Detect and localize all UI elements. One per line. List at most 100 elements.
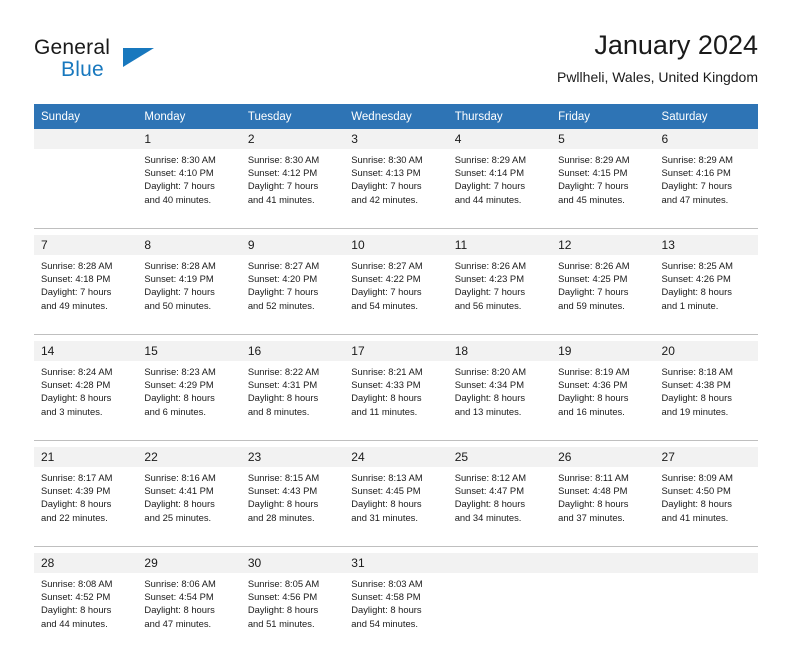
week-row-details: Sunrise: 8:24 AM Sunset: 4:28 PM Dayligh… — [34, 361, 758, 433]
week-row-daynumbers: 14 15 16 17 18 19 20 — [34, 341, 758, 361]
sunset-text: Sunset: 4:12 PM — [247, 167, 318, 179]
sunrise-text: Sunrise: 8:18 AM — [661, 366, 733, 377]
daylight-text: Daylight: 8 hours — [558, 498, 629, 510]
daylight-text-cont: and 31 minutes. — [351, 511, 418, 523]
sunset-text: Sunset: 4:39 PM — [41, 485, 111, 497]
day-number: 2 — [240, 129, 345, 149]
week-separator — [34, 433, 758, 441]
sunset-text: Sunset: 4:28 PM — [41, 379, 111, 391]
daylight-text: Daylight: 8 hours — [247, 392, 319, 404]
sunrise-text: Sunrise: 8:29 AM — [661, 154, 733, 165]
sunset-text: Sunset: 4:26 PM — [661, 273, 731, 285]
sunrise-text: Sunrise: 8:16 AM — [144, 472, 216, 483]
calendar-page: General Blue January 2024 Pwllheli, Wale… — [0, 0, 792, 652]
title-block: January 2024 Pwllheli, Wales, United Kin… — [557, 28, 758, 86]
day-number: 5 — [551, 129, 655, 149]
calendar-grid: Sunday Monday Tuesday Wednesday Thursday… — [34, 104, 758, 652]
sunset-text: Sunset: 4:47 PM — [454, 485, 524, 497]
daylight-text: Daylight: 7 hours — [247, 286, 319, 298]
day-cell: Sunrise: 8:28 AM Sunset: 4:18 PM Dayligh… — [34, 255, 138, 327]
day-cell: Sunrise: 8:23 AM Sunset: 4:29 PM Dayligh… — [137, 361, 241, 433]
daylight-text-cont: and 54 minutes. — [351, 617, 418, 629]
logo-text-general: General — [34, 36, 111, 59]
sunset-text: Sunset: 4:31 PM — [247, 379, 318, 391]
week-row-daynumbers: 7 8 9 10 11 12 13 — [34, 235, 758, 255]
day-number: 13 — [654, 235, 758, 255]
sunset-text: Sunset: 4:50 PM — [661, 485, 731, 497]
daylight-text-cont: and 41 minutes. — [247, 193, 315, 205]
week-separator-rule — [34, 645, 758, 652]
day-cell: Sunrise: 8:15 AM Sunset: 4:43 PM Dayligh… — [240, 467, 345, 539]
weekday-header-monday: Monday — [137, 104, 241, 129]
page-subtitle: Pwllheli, Wales, United Kingdom — [556, 69, 758, 85]
page-header: General Blue January 2024 Pwllheli, Wale… — [34, 28, 758, 98]
week-separator — [34, 221, 758, 229]
day-cell: Sunrise: 8:25 AM Sunset: 4:26 PM Dayligh… — [654, 255, 758, 327]
sunrise-text: Sunrise: 8:23 AM — [144, 366, 216, 377]
daylight-text: Daylight: 8 hours — [454, 498, 526, 510]
daylight-text: Daylight: 8 hours — [41, 498, 112, 510]
logo-triangle-icon — [123, 48, 154, 67]
daylight-text: Daylight: 8 hours — [454, 392, 526, 404]
daylight-text-cont: and 45 minutes. — [558, 193, 625, 205]
daylight-text-cont: and 8 minutes. — [247, 405, 310, 417]
daylight-text: Daylight: 8 hours — [41, 392, 112, 404]
sunset-text: Sunset: 4:20 PM — [247, 273, 318, 285]
weekday-header-tuesday: Tuesday — [240, 104, 345, 129]
sunrise-text: Sunrise: 8:25 AM — [661, 260, 733, 271]
sunset-text: Sunset: 4:25 PM — [558, 273, 628, 285]
day-number: 21 — [34, 447, 138, 467]
day-cell: Sunrise: 8:29 AM Sunset: 4:14 PM Dayligh… — [447, 149, 552, 221]
day-number: 12 — [551, 235, 655, 255]
sunset-text: Sunset: 4:18 PM — [41, 273, 111, 285]
daylight-text-cont: and 28 minutes. — [247, 511, 315, 523]
daylight-text: Daylight: 8 hours — [144, 392, 215, 404]
week-separator-rule — [34, 539, 758, 547]
daylight-text-cont: and 16 minutes. — [558, 405, 625, 417]
sunset-text: Sunset: 4:41 PM — [144, 485, 214, 497]
sunset-text: Sunset: 4:54 PM — [144, 591, 214, 603]
week-row-daynumbers: 28 29 30 31 — [34, 553, 758, 573]
daylight-text: Daylight: 7 hours — [351, 180, 422, 192]
day-cell: Sunrise: 8:27 AM Sunset: 4:22 PM Dayligh… — [344, 255, 448, 327]
sunset-text: Sunset: 4:34 PM — [454, 379, 524, 391]
general-blue-logo: General Blue — [34, 36, 234, 92]
day-cell — [551, 573, 655, 645]
sunset-text: Sunset: 4:33 PM — [351, 379, 421, 391]
sunrise-text: Sunrise: 8:06 AM — [144, 578, 216, 589]
daylight-text: Daylight: 7 hours — [247, 180, 319, 192]
sunrise-text: Sunrise: 8:29 AM — [558, 154, 630, 165]
sunset-text: Sunset: 4:52 PM — [41, 591, 111, 603]
sunset-text: Sunset: 4:48 PM — [558, 485, 628, 497]
day-cell: Sunrise: 8:11 AM Sunset: 4:48 PM Dayligh… — [551, 467, 655, 539]
day-number: 18 — [447, 341, 552, 361]
sunrise-text: Sunrise: 8:12 AM — [454, 472, 527, 483]
daylight-text: Daylight: 8 hours — [41, 604, 112, 616]
day-cell: Sunrise: 8:09 AM Sunset: 4:50 PM Dayligh… — [654, 467, 758, 539]
sunrise-text: Sunrise: 8:28 AM — [41, 260, 113, 271]
day-number: 6 — [654, 129, 758, 149]
day-number: 14 — [34, 341, 138, 361]
day-cell: Sunrise: 8:12 AM Sunset: 4:47 PM Dayligh… — [447, 467, 552, 539]
sunrise-text: Sunrise: 8:11 AM — [558, 472, 629, 483]
day-number: 29 — [137, 553, 241, 573]
week-row-details: Sunrise: 8:30 AM Sunset: 4:10 PM Dayligh… — [34, 149, 758, 221]
day-cell — [447, 573, 552, 645]
day-number: 15 — [137, 341, 241, 361]
week-row-daynumbers: 21 22 23 24 25 26 27 — [34, 447, 758, 467]
daylight-text: Daylight: 8 hours — [661, 498, 732, 510]
day-number: 20 — [654, 341, 758, 361]
day-cell: Sunrise: 8:27 AM Sunset: 4:20 PM Dayligh… — [240, 255, 345, 327]
daylight-text-cont: and 1 minute. — [661, 299, 719, 311]
day-cell: Sunrise: 8:20 AM Sunset: 4:34 PM Dayligh… — [447, 361, 552, 433]
daylight-text-cont: and 54 minutes. — [351, 299, 418, 311]
daylight-text-cont: and 47 minutes. — [144, 617, 212, 629]
daylight-text-cont: and 42 minutes. — [351, 193, 418, 205]
sunrise-text: Sunrise: 8:29 AM — [454, 154, 527, 165]
day-number: 10 — [344, 235, 448, 255]
sunrise-text: Sunrise: 8:03 AM — [351, 578, 423, 589]
daylight-text: Daylight: 8 hours — [351, 498, 422, 510]
sunrise-text: Sunrise: 8:21 AM — [351, 366, 423, 377]
sunrise-text: Sunrise: 8:20 AM — [454, 366, 527, 377]
day-number: 24 — [344, 447, 448, 467]
